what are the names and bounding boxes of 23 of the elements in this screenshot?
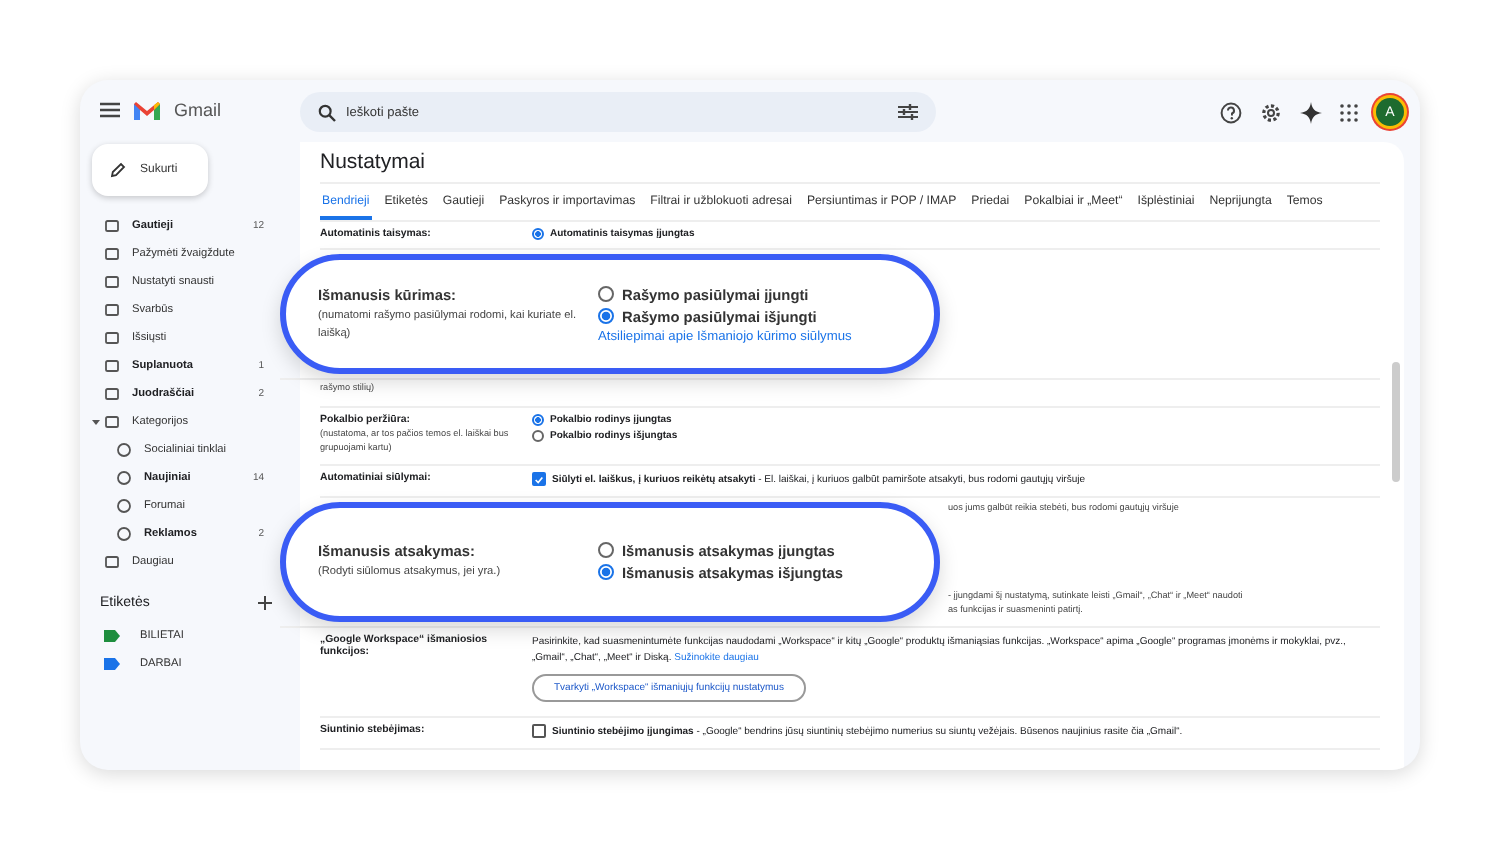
radio-button[interactable] xyxy=(598,308,614,324)
sparkle-icon[interactable] xyxy=(1300,101,1322,123)
envelope-logo-icon xyxy=(132,99,162,121)
checkbox[interactable] xyxy=(532,471,546,486)
radio-button[interactable] xyxy=(598,542,614,559)
radio-button[interactable] xyxy=(532,228,544,240)
page-title: Nustatymai xyxy=(320,150,1380,184)
radio-button[interactable] xyxy=(598,286,614,302)
search-icon xyxy=(318,103,336,121)
radio-button[interactable] xyxy=(598,564,614,581)
radio-button[interactable] xyxy=(532,413,544,426)
plus-icon[interactable] xyxy=(258,596,272,610)
app-logo: Gmail xyxy=(174,100,222,120)
apps-grid-icon[interactable] xyxy=(1340,103,1358,121)
pencil-icon xyxy=(110,162,126,178)
settings-icon[interactable] xyxy=(1260,101,1282,123)
help-icon[interactable] xyxy=(1220,101,1242,123)
radio-button[interactable] xyxy=(532,429,544,442)
caret-icon[interactable] xyxy=(92,418,100,426)
checkbox[interactable] xyxy=(532,723,546,738)
scrollbar-thumb[interactable] xyxy=(1392,362,1400,482)
menu-icon[interactable] xyxy=(100,102,120,118)
filter-sliders-icon[interactable] xyxy=(898,104,918,120)
